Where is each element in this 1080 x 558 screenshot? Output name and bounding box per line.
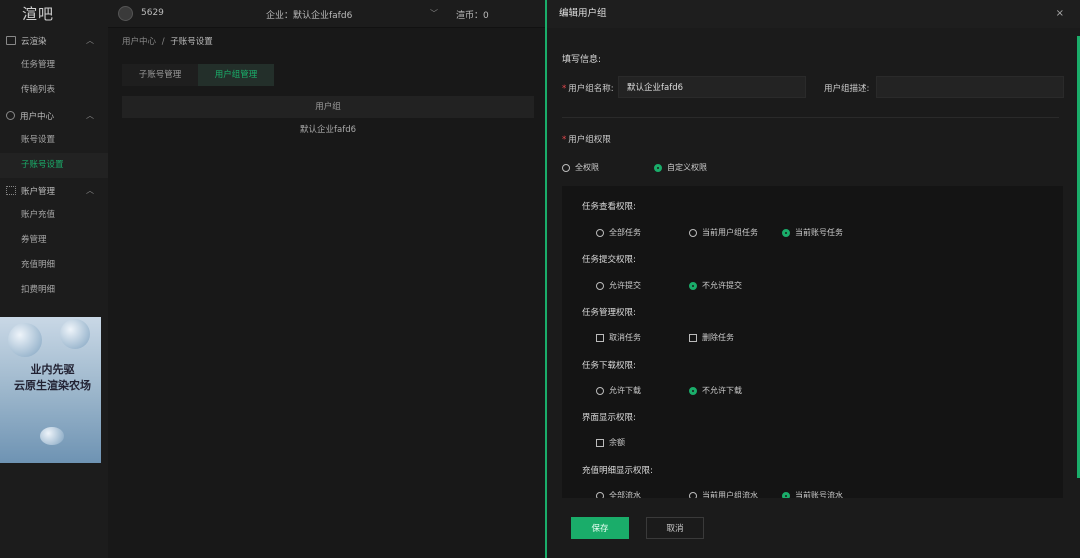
perm-title-task-view: 任务查看权限:: [582, 202, 636, 212]
avatar[interactable]: [118, 6, 133, 21]
user-id: 5629: [141, 8, 164, 18]
radio-account-flows[interactable]: 当前账号流水: [782, 490, 843, 498]
tab-user-group-management[interactable]: 用户组管理: [198, 64, 274, 86]
checkbox-cancel-task[interactable]: 取消任务: [596, 332, 641, 343]
top-bar: 5629 企业：默认企业fafd6 ﹀ 渲币：0: [108, 0, 545, 28]
radio-deny-submit[interactable]: 不允许提交: [689, 280, 742, 291]
tab-subaccount-management[interactable]: 子账号管理: [122, 64, 198, 86]
logo: 渲吧: [22, 5, 55, 23]
perm-title-task-submit: 任务提交权限:: [582, 255, 636, 265]
radio-circle-checked: [654, 163, 662, 172]
dialog-footer: 保存 取消: [547, 500, 1080, 558]
group-name-input[interactable]: [618, 76, 806, 98]
promo-banner[interactable]: 业内先驱 云原生渲染农场: [0, 317, 101, 463]
main-content: 用户中心 / 子账号设置 子账号管理 用户组管理 用户组 默认企业fafd6: [108, 28, 545, 558]
table-row[interactable]: 默认企业fafd6: [122, 118, 534, 142]
chevron-up-icon: ︿: [86, 36, 94, 45]
user-group-table: 用户组 默认企业fafd6: [122, 96, 534, 142]
radio-allow-submit[interactable]: 允许提交: [596, 280, 641, 291]
nav-group-label: 云渲染: [21, 36, 47, 47]
sidebar: 渲吧 云渲染 ︿ 任务管理 传输列表 用户中心 ︿ 账号设置 子账号设置 账户管…: [0, 0, 108, 558]
radio-allow-download[interactable]: 允许下载: [596, 385, 641, 396]
sidebar-item-account-settings[interactable]: 账号设置: [0, 128, 108, 153]
breadcrumb: 用户中心 / 子账号设置: [122, 35, 213, 47]
perm-title-ui-display: 界面显示权限:: [582, 413, 636, 423]
sidebar-item-coupons[interactable]: 券管理: [0, 228, 108, 253]
breadcrumb-current: 子账号设置: [170, 37, 213, 47]
radio-group-tasks[interactable]: 当前用户组任务: [689, 227, 758, 238]
permission-panel: 任务查看权限: 全部任务 当前用户组任务 当前账号任务 任务提交权限: 允许提交…: [562, 186, 1063, 498]
app: 渲吧 云渲染 ︿ 任务管理 传输列表 用户中心 ︿ 账号设置 子账号设置 账户管…: [0, 0, 1080, 558]
user-icon: [6, 111, 15, 120]
group-desc-input[interactable]: [876, 76, 1064, 98]
save-button[interactable]: 保存: [571, 517, 629, 539]
checkbox-balance[interactable]: 余额: [596, 437, 625, 448]
nav-group-user-center[interactable]: 用户中心 ︿: [0, 103, 108, 128]
breadcrumb-root[interactable]: 用户中心: [122, 37, 156, 47]
perm-title-recharge-details: 充值明细显示权限:: [582, 466, 653, 476]
sidebar-item-recharge-details[interactable]: 充值明细: [0, 253, 108, 278]
radio-all-flows[interactable]: 全部流水: [596, 490, 641, 498]
radio-all-tasks[interactable]: 全部任务: [596, 227, 641, 238]
radio-custom-permission[interactable]: 自定义权限: [654, 162, 707, 173]
perm-title-task-download: 任务下载权限:: [582, 361, 636, 371]
required-mark: *: [562, 135, 567, 145]
radio-group-flows[interactable]: 当前用户组流水: [689, 490, 758, 498]
nav-group-account-management[interactable]: 账户管理 ︿: [0, 178, 108, 203]
sidebar-item-deduction-details[interactable]: 扣费明细: [0, 278, 108, 303]
radio-deny-download[interactable]: 不允许下载: [689, 385, 742, 396]
radio-account-tasks[interactable]: 当前账号任务: [782, 227, 843, 238]
edit-user-group-dialog: 编辑用户组 × 填写信息: *用户组名称: 用户组描述: *用户组权限 全权限 …: [545, 0, 1080, 558]
points-balance: 渲币：0: [456, 11, 489, 21]
banner-text: 业内先驱 云原生渲染农场: [14, 363, 91, 392]
sidebar-item-transfer-list[interactable]: 传输列表: [0, 78, 108, 103]
group-name-label: * 用户组名称:: [562, 84, 614, 94]
chevron-up-icon: ︿: [86, 111, 94, 120]
breadcrumb-separator: /: [161, 37, 165, 47]
required-mark: *: [562, 84, 567, 94]
table-header: 用户组: [122, 96, 534, 118]
nav-group-cloud-render[interactable]: 云渲染 ︿: [0, 28, 108, 53]
tabs: 子账号管理 用户组管理: [122, 64, 274, 86]
section-title: 填写信息:: [562, 55, 602, 65]
company-selector[interactable]: 企业：默认企业fafd6: [266, 8, 352, 21]
cancel-button[interactable]: 取消: [646, 517, 704, 539]
cloud-icon: [6, 36, 16, 45]
chevron-up-icon: ︿: [86, 186, 94, 195]
nav-group-label: 用户中心: [20, 111, 55, 122]
permission-title: * 用户组权限: [562, 135, 611, 145]
perm-title-task-manage: 任务管理权限:: [582, 308, 636, 318]
dialog-title: 编辑用户组: [547, 0, 1080, 28]
grid-icon: [6, 186, 16, 195]
group-desc-label: 用户组描述:: [824, 84, 870, 94]
sidebar-item-subaccount-settings[interactable]: 子账号设置: [0, 153, 108, 178]
close-icon[interactable]: ×: [1056, 8, 1064, 19]
sidebar-item-recharge[interactable]: 账户充值: [0, 203, 108, 228]
checkbox-delete-task[interactable]: 删除任务: [689, 332, 734, 343]
sidebar-item-task-management[interactable]: 任务管理: [0, 53, 108, 78]
divider: [562, 117, 1059, 118]
chevron-down-icon[interactable]: ﹀: [430, 8, 438, 19]
nav-group-label: 账户管理: [21, 186, 56, 197]
radio-full-permission[interactable]: 全权限: [562, 162, 599, 173]
radio-circle: [562, 163, 570, 172]
